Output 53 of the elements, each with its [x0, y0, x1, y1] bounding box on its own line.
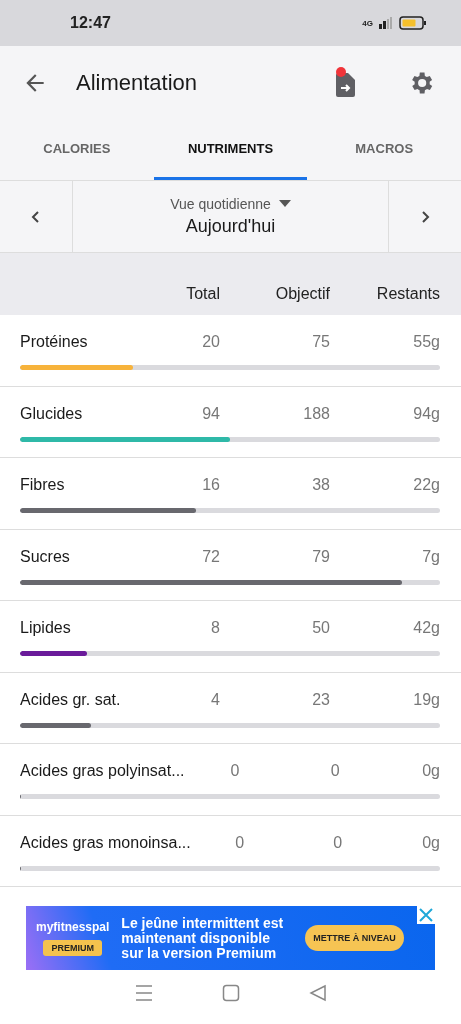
nutrient-name: Acides gras polyinsat... [20, 762, 185, 780]
goal-value: 50 [311, 619, 330, 637]
battery-icon [399, 16, 427, 30]
caret-icon [278, 200, 291, 208]
total-value: 72 [201, 547, 220, 566]
total-value: 94 [201, 404, 220, 423]
goal-value: 79 [311, 547, 330, 566]
nutrient-name: Lipides [20, 619, 72, 637]
remaining-value: 22g [412, 476, 440, 494]
remaining-value: 7g [421, 547, 440, 566]
remaining-value: 55g [412, 333, 440, 351]
remaining-value: 42g [412, 619, 440, 637]
nutrient-name: Sucres [20, 547, 71, 566]
page-title: Alimentation [76, 70, 199, 96]
column-header: Restants [375, 285, 440, 303]
back-icon[interactable] [308, 984, 327, 1002]
tab[interactable]: CALORIES [0, 120, 154, 180]
signal-icon [379, 17, 393, 29]
goal-value: 188 [302, 404, 330, 423]
total-value: 20 [201, 333, 220, 351]
goal-value: 75 [311, 333, 330, 351]
total-value: 0 [229, 762, 240, 780]
remaining-value: 0g [421, 762, 440, 780]
total-value: 16 [201, 476, 220, 494]
nutrient-name: Acides gras monoinsa... [20, 833, 191, 852]
column-header: Objectif [274, 285, 330, 303]
goal-value: 38 [311, 476, 330, 494]
goal-value: 23 [311, 690, 330, 709]
upgrade-button[interactable]: METTRE À NIVEAU [305, 925, 404, 951]
ad-banner[interactable]: myfitnesspal PREMIUM Le jeûne intermittent est maintenant disponible sur la version Premium METTRE À NIVEAU [26, 906, 435, 970]
network-label: 4G [362, 18, 373, 28]
status-time: 12:47 [70, 14, 111, 32]
total-value: 8 [210, 619, 220, 637]
date-label: Aujourd'hui [185, 216, 276, 237]
remaining-value: 0g [421, 833, 440, 852]
total-value: 0 [234, 833, 245, 852]
nutrient-name: Fibres [20, 476, 66, 494]
brand-name: myfitnesspal [36, 920, 110, 934]
premium-badge: PREMIUM [43, 940, 102, 956]
nutrient-name: Acides gr. sat. [20, 690, 122, 709]
remaining-value: 94g [412, 404, 440, 423]
remaining-value: 19g [412, 690, 440, 709]
ad-message: Le jeûne intermittent est maintenant disponible sur la version Premium [121, 915, 285, 961]
nutrient-name: Protéines [20, 333, 89, 351]
tab[interactable]: MACROS [307, 120, 461, 180]
column-header: Total [185, 285, 220, 303]
goal-value: 0 [332, 833, 343, 852]
menu-icon[interactable] [134, 984, 155, 1002]
total-value: 4 [210, 690, 220, 709]
view-dropdown[interactable]: Vue quotidienne [170, 196, 291, 212]
goal-value: 0 [329, 762, 340, 780]
home-icon[interactable] [222, 984, 241, 1002]
nutrient-name: Glucides [20, 404, 84, 423]
